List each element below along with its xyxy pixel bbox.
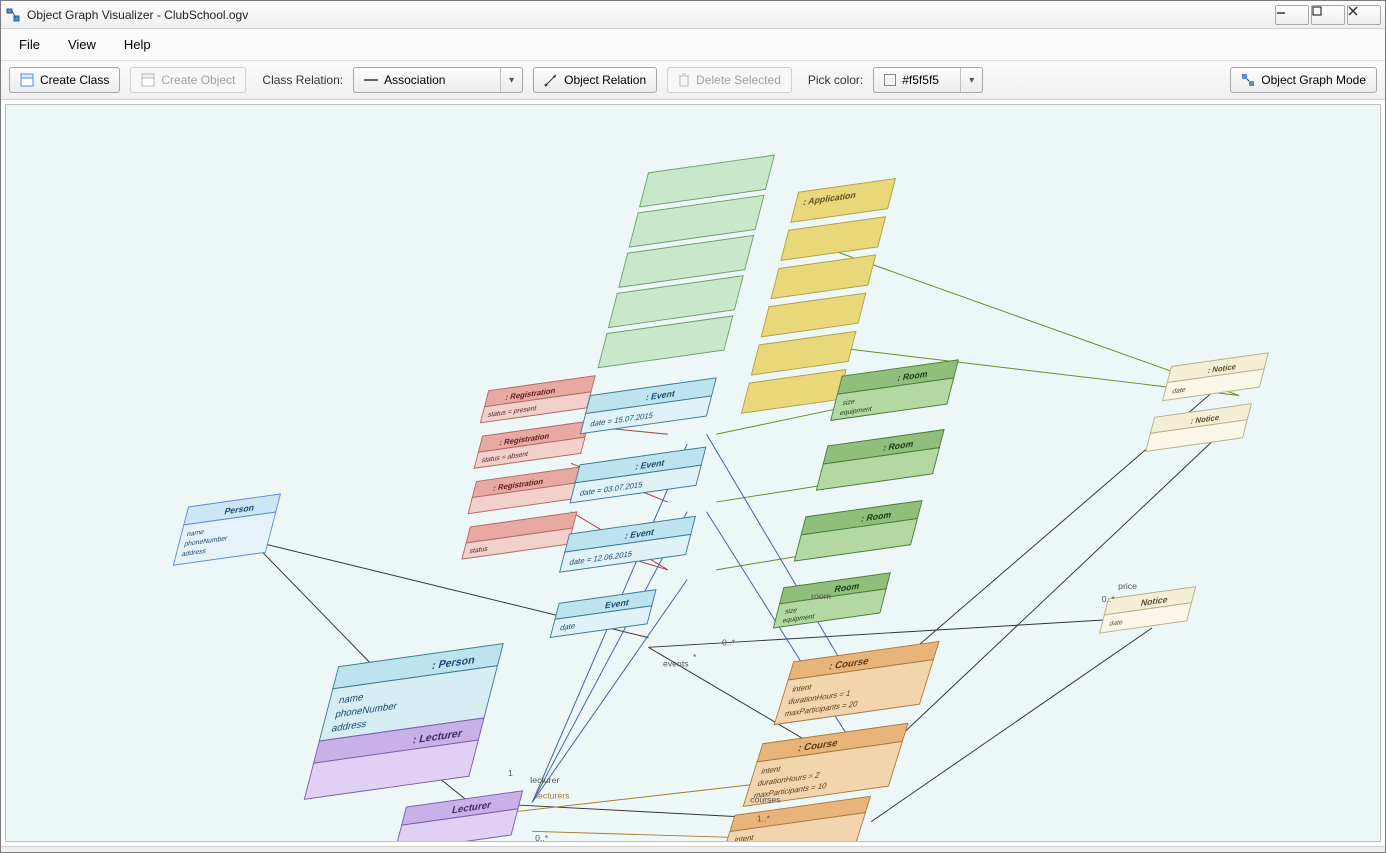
dropdown-arrow-icon: ▾: [500, 68, 522, 92]
create-object-icon: [141, 73, 155, 87]
object-relation-icon: [544, 73, 558, 87]
status-bar: [1, 846, 1385, 852]
object-graph-mode-button[interactable]: Object Graph Mode: [1230, 67, 1377, 93]
diagram-svg: : Application Person name phoneNumber ad…: [6, 105, 1380, 841]
canvas[interactable]: : Application Person name phoneNumber ad…: [5, 104, 1381, 842]
svg-text:events: events: [663, 659, 689, 669]
svg-text:0..*: 0..*: [1102, 594, 1116, 604]
graph-mode-icon: [1241, 73, 1255, 87]
create-object-button: Create Object: [130, 67, 246, 93]
menu-file[interactable]: File: [7, 33, 52, 56]
color-swatch: [884, 74, 896, 86]
toolbar: Create Class Create Object Class Relatio…: [1, 61, 1385, 100]
create-class-label: Create Class: [40, 73, 109, 87]
create-class-button[interactable]: Create Class: [9, 67, 120, 93]
delete-selected-button: Delete Selected: [667, 67, 792, 93]
svg-text:0..*: 0..*: [535, 833, 549, 841]
class-relation-combo[interactable]: Association ▾: [353, 67, 523, 93]
svg-text:0..*: 0..*: [722, 637, 736, 647]
assoc-line-icon: [364, 77, 378, 83]
object-relation-button[interactable]: Object Relation: [533, 67, 657, 93]
color-combo[interactable]: #f5f5f5 ▾: [873, 67, 983, 93]
event-stack: : Event date = 15.07.2015 : Event date =…: [527, 376, 732, 641]
create-object-label: Create Object: [161, 73, 235, 87]
notice-stack: : Notice date : Notice: [1146, 353, 1269, 452]
course-stack: : Course intent durationHours = 1 maxPar…: [717, 641, 939, 841]
dropdown-arrow-icon: ▾: [960, 68, 982, 92]
trash-icon: [678, 73, 690, 87]
menu-bar: File View Help: [1, 29, 1385, 61]
class-relation-value: Association: [384, 73, 445, 87]
maximize-button[interactable]: [1311, 5, 1345, 25]
svg-text:courses: courses: [750, 794, 781, 804]
delete-selected-label: Delete Selected: [696, 73, 781, 87]
svg-text:lecturer: lecturer: [530, 775, 559, 785]
window-title: Object Graph Visualizer - ClubSchool.ogv: [27, 8, 1275, 22]
lecturer-class-small: Lecturer: [395, 791, 523, 841]
mode-button-label: Object Graph Mode: [1261, 73, 1366, 87]
minimize-button[interactable]: [1275, 5, 1309, 25]
menu-help[interactable]: Help: [112, 33, 163, 56]
svg-text:room: room: [811, 591, 831, 601]
person-lecturer-object: : Person name phoneNumber address : Lect…: [304, 644, 503, 800]
color-value: #f5f5f5: [902, 73, 939, 87]
create-class-icon: [20, 73, 34, 87]
svg-text:price: price: [1118, 581, 1137, 591]
menu-view[interactable]: View: [56, 33, 108, 56]
close-button[interactable]: [1347, 5, 1381, 25]
svg-text:*: *: [693, 652, 697, 662]
title-bar: Object Graph Visualizer - ClubSchool.ogv: [1, 1, 1385, 29]
svg-text:lecturers: lecturers: [536, 790, 570, 800]
svg-text:1: 1: [508, 768, 513, 778]
pick-color-label: Pick color:: [802, 73, 863, 87]
app-icon: [5, 7, 21, 23]
class-relation-label: Class Relation:: [256, 73, 343, 87]
svg-text:1..*: 1..*: [757, 814, 771, 824]
object-relation-label: Object Relation: [564, 73, 646, 87]
pale-green-stack: [598, 155, 774, 368]
